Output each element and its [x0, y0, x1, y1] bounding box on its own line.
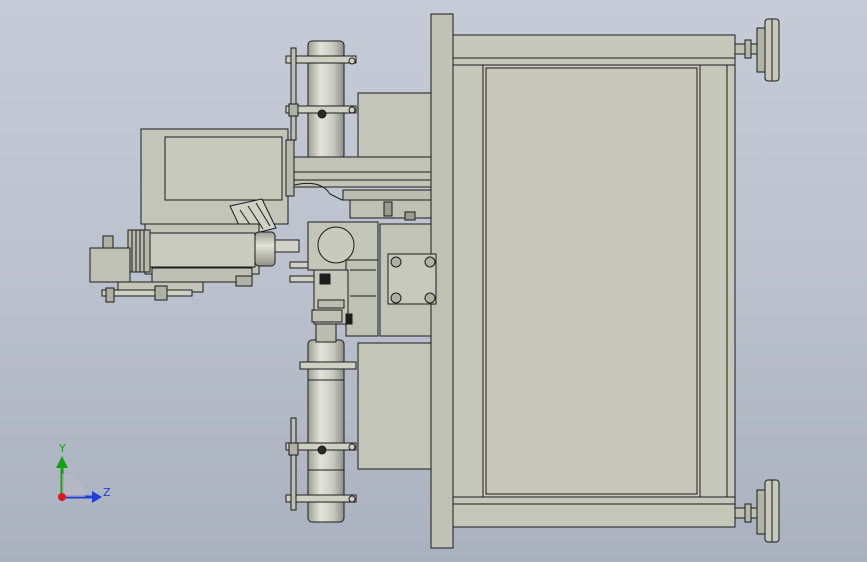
cad-viewport[interactable]: Y Z [0, 0, 867, 562]
x-axis-dot [58, 493, 66, 501]
upper-cylinder-assembly [285, 40, 432, 160]
triad-y-label: Y [59, 442, 66, 455]
triad-z-label: Z [103, 486, 111, 499]
guide-rail [279, 156, 432, 221]
leveling-foot-top [734, 18, 780, 82]
clamp-mechanism [289, 269, 353, 325]
cad-model-drawing [56, 13, 780, 549]
spindle-head [89, 223, 315, 303]
lower-cylinder-assembly [285, 321, 432, 523]
leveling-foot-bottom [734, 479, 780, 543]
motor-housing [140, 128, 295, 237]
main-frame [430, 13, 736, 549]
axis-triad [56, 456, 102, 503]
